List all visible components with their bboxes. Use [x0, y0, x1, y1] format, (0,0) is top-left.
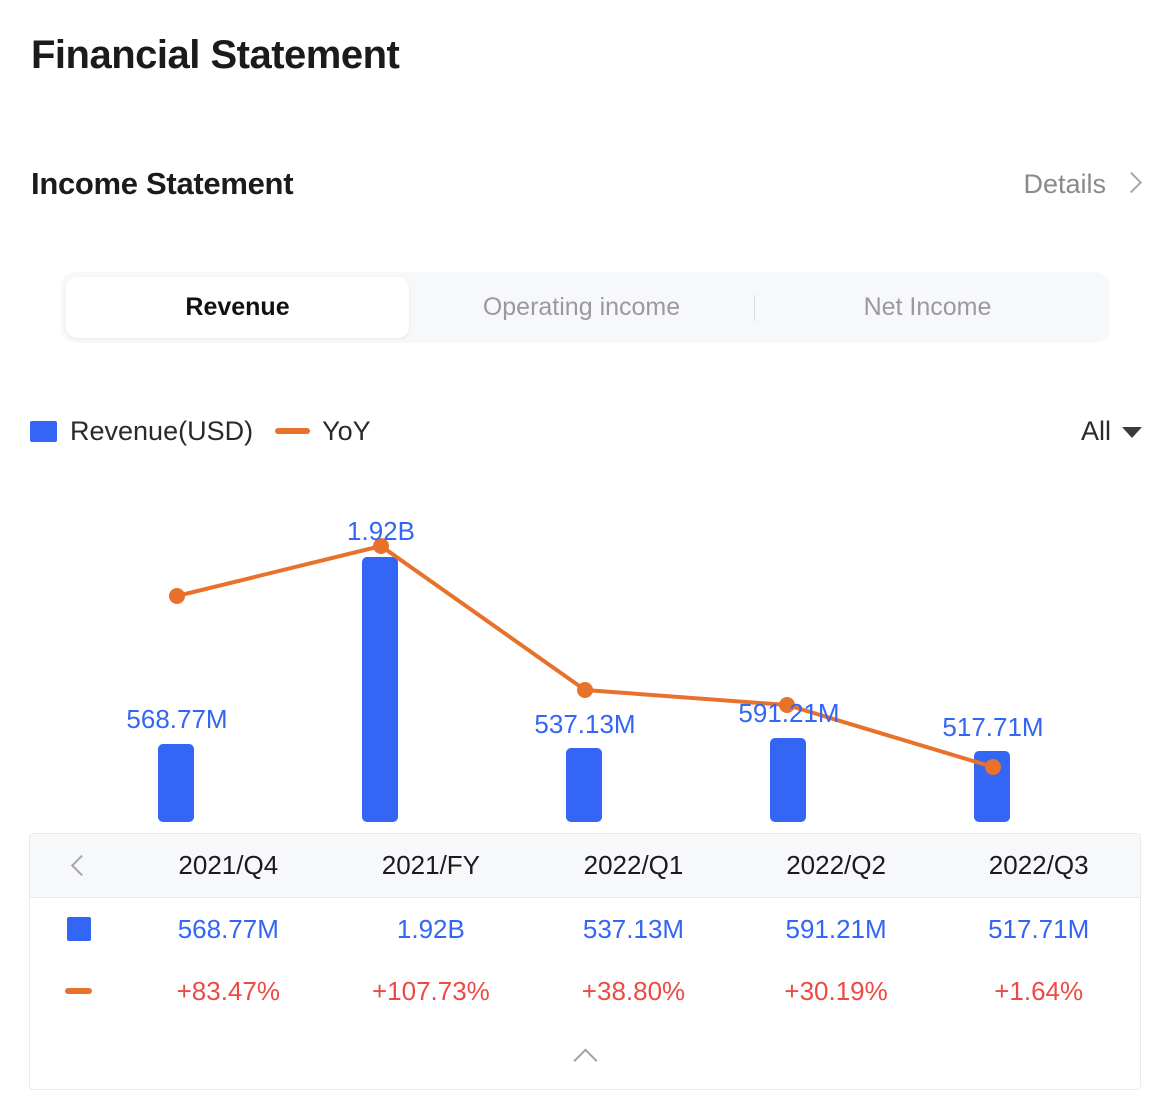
tab-operating-income[interactable]: Operating income: [409, 277, 754, 338]
bar-value-label-2021-q4: 568.77M: [126, 704, 228, 734]
caret-down-icon: [1122, 427, 1142, 438]
revenue-cell-2021-fy: 1.92B: [396, 913, 465, 944]
tab-net-income[interactable]: Net Income: [755, 277, 1100, 338]
revenue-cell-2022-q3: 517.71M: [988, 913, 1090, 944]
bar-value-label-2022-q2: 591.21M: [738, 698, 840, 728]
table-header-2022-q2: 2022/Q2: [786, 850, 886, 880]
table-header-2022-q1: 2022/Q1: [583, 850, 684, 880]
bar-value-label-2021-fy: 1.92B: [347, 516, 415, 546]
yoy-cell-2022-q2: +30.19%: [784, 975, 888, 1006]
bar-swatch-icon: [66, 917, 91, 941]
row-legend-yoy: [30, 988, 127, 994]
table-header-2021-fy: 2021/FY: [381, 850, 481, 880]
section-header: Income Statement Details: [31, 162, 1140, 206]
legend-label-revenue: Revenue(USD): [70, 415, 254, 446]
yoy-cell-2022-q1: +38.80%: [581, 975, 686, 1006]
chevron-up-icon: [571, 1047, 599, 1063]
bar-2021-fy: [362, 557, 398, 822]
table-row-revenue: 568.77M 1.92B 537.13M 591.21M 517.71M: [30, 898, 1140, 960]
yoy-point-2022-q1: [577, 682, 593, 698]
revenue-chart: 568.77M 1.92B 537.13M 591.21M 517.71M: [0, 470, 1170, 830]
collapse-table-button[interactable]: [30, 1022, 1140, 1088]
chart-canvas: [158, 538, 1010, 822]
legend-items: Revenue(USD) YoY: [30, 416, 371, 447]
table-header-row: 2021/Q4 2021/FY 2022/Q1 2022/Q2 2022/Q3: [30, 834, 1140, 898]
statement-tabbar: Revenue Operating income Net Income: [61, 272, 1110, 343]
section-title: Income Statement: [31, 166, 294, 201]
table-header-2022-q3: 2022/Q3: [988, 850, 1089, 880]
line-swatch-icon: [65, 988, 92, 994]
row-legend-revenue: [30, 917, 127, 941]
prev-period-button[interactable]: [30, 853, 127, 879]
yoy-point-2021-q4: [169, 588, 185, 604]
details-link[interactable]: Details: [1023, 169, 1140, 200]
yoy-point-2022-q3: [985, 759, 1001, 775]
bar-2022-q2: [770, 738, 806, 822]
table-header-2021-q4: 2021/Q4: [178, 850, 279, 880]
legend-line-swatch-icon: [275, 428, 311, 434]
legend-item-yoy[interactable]: YoY: [253, 416, 371, 447]
chevron-right-icon: [1122, 169, 1140, 199]
range-select[interactable]: All: [1081, 416, 1142, 447]
chevron-left-icon: [71, 853, 87, 879]
range-select-value: All: [1080, 415, 1111, 446]
revenue-cell-2022-q2: 591.21M: [785, 913, 887, 944]
revenue-cell-2022-q1: 537.13M: [582, 913, 685, 944]
yoy-cell-2021-q4: +83.47%: [176, 975, 280, 1006]
legend-item-revenue[interactable]: Revenue(USD): [30, 416, 253, 447]
page-title: Financial Statement: [31, 33, 400, 77]
yoy-cell-2021-fy: +107.73%: [371, 975, 490, 1006]
table-row-yoy: +83.47% +107.73% +38.80% +30.19% +1.64%: [30, 960, 1140, 1022]
legend-label-yoy: YoY: [322, 415, 371, 446]
bar-value-label-2022-q3: 517.71M: [942, 712, 1044, 742]
financial-data-table: 2021/Q4 2021/FY 2022/Q1 2022/Q2 2022/Q3 …: [29, 833, 1141, 1090]
revenue-cell-2021-q4: 568.77M: [177, 913, 279, 944]
bar-2021-q4: [158, 744, 194, 822]
legend-bar-swatch-icon: [30, 420, 57, 442]
yoy-cell-2022-q3: +1.64%: [994, 975, 1084, 1006]
details-label: Details: [1023, 168, 1106, 199]
bar-value-label-2022-q1: 537.13M: [534, 709, 636, 739]
tab-revenue[interactable]: Revenue: [66, 277, 409, 338]
chart-legend-row: Revenue(USD) YoY All: [30, 408, 1142, 454]
bar-2022-q1: [566, 748, 602, 822]
